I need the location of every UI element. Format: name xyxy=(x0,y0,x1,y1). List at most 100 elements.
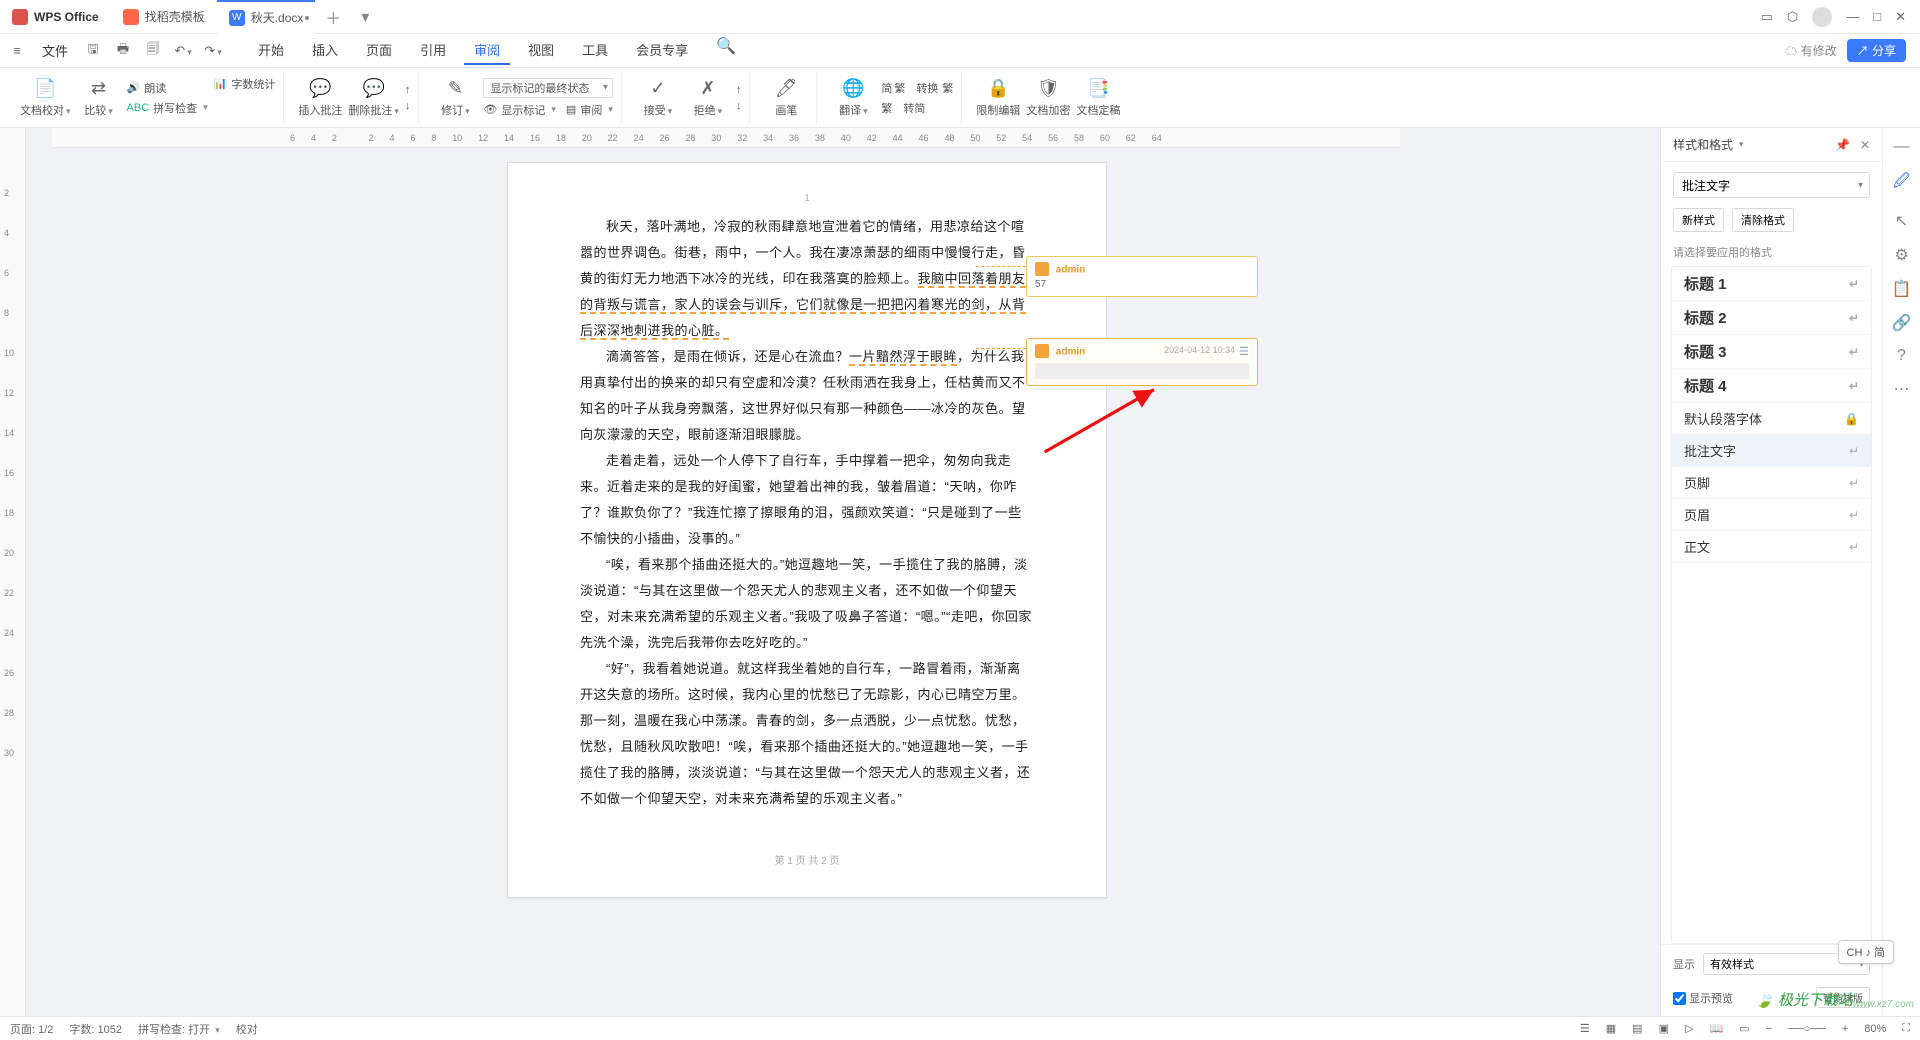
share-button[interactable]: ↗ 分享 xyxy=(1847,39,1906,62)
link-icon[interactable]: 🔗 xyxy=(1892,313,1912,333)
revise-button[interactable]: ✎修订▾ xyxy=(433,78,477,118)
style-item[interactable]: 页眉↵ xyxy=(1672,499,1871,531)
finalize-button[interactable]: 📑文档定稿 xyxy=(1076,78,1120,118)
preview-check[interactable]: 显示预览 xyxy=(1673,990,1733,1006)
reject-button[interactable]: ✗拒绝▾ xyxy=(686,78,730,118)
clipboard-icon[interactable]: 📋 xyxy=(1892,279,1912,299)
zoom-out[interactable]: − xyxy=(1766,1023,1772,1035)
window-control-box[interactable]: ⬡ xyxy=(1787,9,1798,25)
tab-dropdown[interactable]: ▾ xyxy=(351,7,379,27)
style-item[interactable]: 标题 3↵ xyxy=(1672,335,1871,369)
style-item[interactable]: 标题 4↵ xyxy=(1672,369,1871,403)
style-item[interactable]: 正文↵ xyxy=(1672,531,1871,563)
save-icon[interactable]: 🖫 xyxy=(82,40,104,62)
print-icon[interactable]: 🖶 xyxy=(112,40,134,62)
style-combo[interactable]: 批注文字 xyxy=(1673,172,1870,198)
tab-document[interactable]: W秋天.docx xyxy=(217,0,316,34)
para-4[interactable]: “唉，看来那个插曲还挺大的。”她逗趣地一笑，一手揽住了我的胳膊，淡淡说道：“与其… xyxy=(580,552,1034,656)
next-comment-button[interactable]: ↓ xyxy=(405,100,411,112)
proof-button[interactable]: 📄文档校对▾ xyxy=(20,78,71,118)
show-markup-button[interactable]: 👁显示标记▾ xyxy=(483,102,556,118)
para-3[interactable]: 走着走着，远处一个人停下了自行车，手中撑着一把伞，匆匆向我走来。近着走来的是我的… xyxy=(580,448,1034,552)
pen-button[interactable]: 🖊画笔 xyxy=(764,78,808,118)
menu-member[interactable]: 会员专享 xyxy=(626,36,698,65)
more-icon[interactable]: ⋯ xyxy=(1894,379,1910,399)
zoom-in[interactable]: + xyxy=(1842,1023,1848,1035)
style-item[interactable]: 标题 2↵ xyxy=(1672,301,1871,335)
tab-add[interactable]: ＋ xyxy=(315,5,351,29)
clear-format-button[interactable]: 清除格式 xyxy=(1732,208,1794,232)
print-preview-icon[interactable]: 🗐 xyxy=(142,40,164,62)
next-change-button[interactable]: ↓ xyxy=(736,100,742,112)
new-style-button[interactable]: 新样式 xyxy=(1673,208,1724,232)
select-icon[interactable]: ↖ xyxy=(1895,211,1908,231)
prev-change-button[interactable]: ↑ xyxy=(736,84,742,96)
menu-tools[interactable]: 工具 xyxy=(572,36,618,65)
window-maximize[interactable]: □ xyxy=(1873,9,1881,24)
status-words[interactable]: 字数: 1052 xyxy=(69,1021,122,1037)
insert-comment-button[interactable]: 💬插入批注 xyxy=(298,78,342,118)
menu-review[interactable]: 审阅 xyxy=(464,36,510,65)
ime-indicator[interactable]: CH ♪ 简 xyxy=(1838,940,1895,964)
layout-icon[interactable]: ▭ xyxy=(1739,1022,1749,1035)
accept-button[interactable]: ✓接受▾ xyxy=(636,78,680,118)
close-panel-icon[interactable]: ✕ xyxy=(1860,138,1870,152)
help-icon[interactable]: ? xyxy=(1897,347,1906,365)
review-pane-button[interactable]: ▤审阅▾ xyxy=(566,102,613,118)
comment-menu-icon[interactable]: ☰ xyxy=(1239,345,1249,358)
window-minimize[interactable]: — xyxy=(1846,9,1859,24)
zoom-value[interactable]: 80% xyxy=(1864,1023,1886,1035)
to-simp-button[interactable]: 繁 转简 xyxy=(881,100,953,116)
style-item[interactable]: 标题 1↵ xyxy=(1672,267,1871,301)
wordcount-button[interactable]: 📊字数统计 xyxy=(214,76,276,92)
hamburger-icon[interactable]: ≡ xyxy=(6,43,28,58)
window-control-a[interactable]: ▭ xyxy=(1761,9,1773,25)
menu-view[interactable]: 视图 xyxy=(518,36,564,65)
to-trad-button[interactable]: 简繁 转换繁 xyxy=(881,80,953,96)
collapse-icon[interactable]: — xyxy=(1894,138,1910,156)
search-icon[interactable]: 🔍 xyxy=(716,36,736,65)
view-mode-2[interactable]: ▦ xyxy=(1606,1022,1616,1035)
style-item[interactable]: 批注文字↵ xyxy=(1672,435,1871,467)
view-mode-1[interactable]: ☰ xyxy=(1580,1022,1590,1035)
para-5[interactable]: “好”，我看着她说道。就这样我坐着她的自行车，一路冒着雨，渐渐离开这失意的场所。… xyxy=(580,656,1034,812)
window-close[interactable]: ✕ xyxy=(1895,9,1906,25)
zoom-slider[interactable]: ──○── xyxy=(1788,1023,1826,1035)
redo-icon[interactable]: ↷▾ xyxy=(202,43,224,59)
style-pane-icon[interactable]: 🖉 xyxy=(1893,170,1910,197)
comment-input[interactable] xyxy=(1035,363,1249,379)
status-page[interactable]: 页面: 1/2 xyxy=(10,1021,53,1037)
delete-comment-button[interactable]: 💬删除批注▾ xyxy=(348,78,399,118)
status-proof[interactable]: 校对 xyxy=(236,1021,258,1037)
encrypt-button[interactable]: 🛡文档加密 xyxy=(1026,78,1070,118)
menu-ref[interactable]: 引用 xyxy=(410,36,456,65)
pin-icon[interactable]: 📌 xyxy=(1835,138,1850,152)
view-mode-3[interactable]: ▤ xyxy=(1632,1022,1642,1035)
comment-2-active[interactable]: admin ☰ 2024-04-12 10:34 xyxy=(1026,338,1258,386)
menu-start[interactable]: 开始 xyxy=(248,36,294,65)
view-mode-4[interactable]: ▣ xyxy=(1659,1022,1669,1035)
compare-button[interactable]: ⇄比较▾ xyxy=(77,78,121,118)
tab-templates[interactable]: 找稻壳模板 xyxy=(111,0,217,34)
menu-page[interactable]: 页面 xyxy=(356,36,402,65)
spellcheck-button[interactable]: ABC拼写检查▾ xyxy=(127,100,208,116)
menu-insert[interactable]: 插入 xyxy=(302,36,348,65)
settings-icon[interactable]: ⚙ xyxy=(1894,245,1908,265)
avatar-icon[interactable] xyxy=(1812,7,1832,27)
style-item[interactable]: 页脚↵ xyxy=(1672,467,1871,499)
para-1[interactable]: 秋天，落叶满地，冷寂的秋雨肆意地宣泄着它的情绪，用悲凉给这个喧嚣的世界调色。街巷… xyxy=(580,214,1034,344)
file-button[interactable]: 文件 xyxy=(36,41,74,60)
play-icon[interactable]: ▷ xyxy=(1685,1022,1693,1035)
prev-comment-button[interactable]: ↑ xyxy=(405,84,411,96)
markup-combo[interactable]: 显示标记的最终状态 xyxy=(483,78,612,98)
restrict-button[interactable]: 🔒限制编辑 xyxy=(976,78,1020,118)
translate-button[interactable]: 🌐翻译▾ xyxy=(831,78,875,118)
read-button[interactable]: 🔊朗读 xyxy=(127,80,208,96)
para-2[interactable]: 滴滴答答，是雨在倾诉，还是心在流血？一片黯然浮于眼眸，为什么我用真挚付出的换来的… xyxy=(580,344,1034,448)
highlighted-text-2[interactable]: 一片黯然浮于眼眸 xyxy=(849,349,957,366)
style-item[interactable]: 默认段落字体🔒 xyxy=(1672,403,1871,435)
tab-app[interactable]: WPS Office xyxy=(0,0,111,34)
undo-icon[interactable]: ↶▾ xyxy=(172,43,194,59)
reader-icon[interactable]: 📖 xyxy=(1709,1022,1723,1035)
fullscreen-icon[interactable]: ⛶ xyxy=(1902,1022,1910,1035)
